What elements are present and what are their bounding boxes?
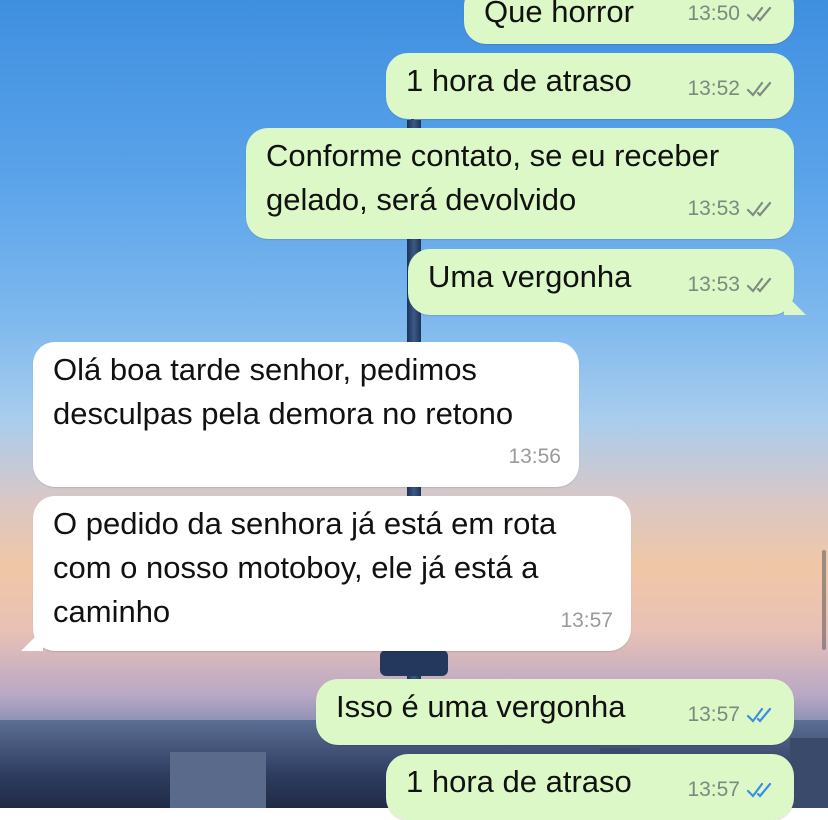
message-bubble-incoming[interactable]: O pedido da senhora já está em rota com … xyxy=(33,496,631,651)
read-receipt-icon xyxy=(746,201,772,217)
read-receipt-icon xyxy=(746,707,772,723)
message-bubble-outgoing[interactable]: Conforme contato, se eu receber gelado, … xyxy=(246,128,794,239)
scrollbar[interactable] xyxy=(822,550,826,650)
read-receipt-icon xyxy=(746,782,772,798)
message-meta: 13:57 xyxy=(560,599,613,643)
message-time: 13:52 xyxy=(687,77,740,100)
wallpaper-building xyxy=(170,752,266,808)
message-text: Olá boa tarde senhor, pedimos desculpas … xyxy=(53,352,514,431)
message-meta: 13:56 xyxy=(508,435,561,479)
message-bubble-outgoing[interactable]: Uma vergonha 13:53 xyxy=(408,249,794,315)
message-meta: 13:50 xyxy=(687,0,776,36)
message-text: Conforme contato, se eu receber gelado, … xyxy=(266,138,720,217)
message-bubble-outgoing[interactable]: 1 hora de atraso 13:57 xyxy=(386,754,794,820)
message-bubble-outgoing[interactable]: Isso é uma vergonha 13:57 xyxy=(316,679,794,745)
read-receipt-icon xyxy=(746,6,772,22)
message-meta: 13:57 xyxy=(687,768,776,812)
message-text: O pedido da senhora já está em rota com … xyxy=(53,506,557,629)
message-text: Isso é uma vergonha xyxy=(336,689,626,724)
message-meta: 13:52 xyxy=(687,67,776,111)
message-meta: 13:53 xyxy=(687,263,776,307)
message-bubble-incoming[interactable]: Olá boa tarde senhor, pedimos desculpas … xyxy=(33,342,579,487)
message-text: 1 hora de atraso xyxy=(406,63,632,98)
message-meta: 13:53 xyxy=(687,187,776,231)
message-meta: 13:57 xyxy=(687,693,776,737)
message-text: Que horror xyxy=(484,0,634,29)
message-time: 13:57 xyxy=(687,703,740,726)
wallpaper-building xyxy=(790,738,828,808)
read-receipt-icon xyxy=(746,81,772,97)
message-text: 1 hora de atraso xyxy=(406,764,632,799)
message-text: Uma vergonha xyxy=(428,259,632,294)
wallpaper-tower-pod xyxy=(380,650,448,676)
message-time: 13:57 xyxy=(687,778,740,801)
message-time: 13:53 xyxy=(687,273,740,296)
message-time: 13:56 xyxy=(508,445,561,468)
message-time: 13:53 xyxy=(687,197,740,220)
message-bubble-outgoing[interactable]: Que horror 13:50 xyxy=(464,0,794,44)
read-receipt-icon xyxy=(746,277,772,293)
message-time: 13:57 xyxy=(560,609,613,632)
message-time: 13:50 xyxy=(687,2,740,25)
message-bubble-outgoing[interactable]: 1 hora de atraso 13:52 xyxy=(386,53,794,119)
